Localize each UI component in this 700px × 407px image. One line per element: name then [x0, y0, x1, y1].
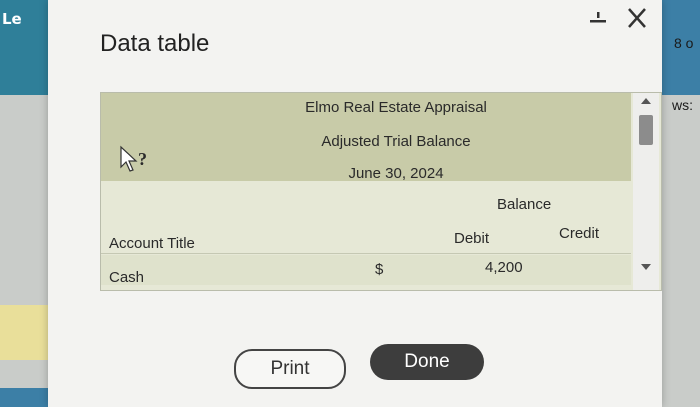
debit-cell: 4,200 — [485, 259, 523, 276]
close-icon[interactable] — [626, 6, 648, 30]
background-text: ws: — [672, 97, 693, 113]
minimize-icon[interactable] — [588, 6, 608, 30]
company-name: Elmo Real Estate Appraisal — [305, 99, 487, 116]
done-button[interactable]: Done — [370, 344, 484, 380]
table-scrollbar[interactable] — [633, 93, 659, 290]
scroll-up-arrow-icon[interactable] — [640, 97, 652, 105]
print-button[interactable]: Print — [234, 349, 346, 389]
account-cell: Cash — [109, 269, 145, 286]
data-table-dialog: Data table ? Elmo Real Estate Appraisal … — [48, 0, 662, 407]
background-text: 8 o — [674, 35, 694, 51]
balance-header: Balance — [497, 196, 552, 213]
scrollbar-thumb[interactable] — [639, 115, 653, 145]
table-header: ? Elmo Real Estate Appraisal Adjusted Tr… — [101, 93, 631, 182]
report-title: Adjusted Trial Balance — [321, 133, 471, 150]
currency-symbol: $ — [375, 261, 384, 278]
credit-header: Credit — [559, 225, 600, 242]
debit-header: Debit — [454, 230, 490, 247]
scroll-down-arrow-icon[interactable] — [640, 263, 652, 271]
dialog-title: Data table — [100, 30, 210, 57]
account-title-header: Account Title — [109, 235, 195, 252]
data-table: ? Elmo Real Estate Appraisal Adjusted Tr… — [100, 92, 662, 291]
table-divider — [101, 253, 631, 254]
background-highlight — [0, 305, 48, 360]
table-row — [101, 255, 631, 285]
background-strip — [0, 388, 48, 407]
report-date: June 30, 2024 — [348, 165, 444, 182]
background-app-header: Le — [0, 0, 48, 95]
background-logo-text: Le — [2, 10, 22, 28]
